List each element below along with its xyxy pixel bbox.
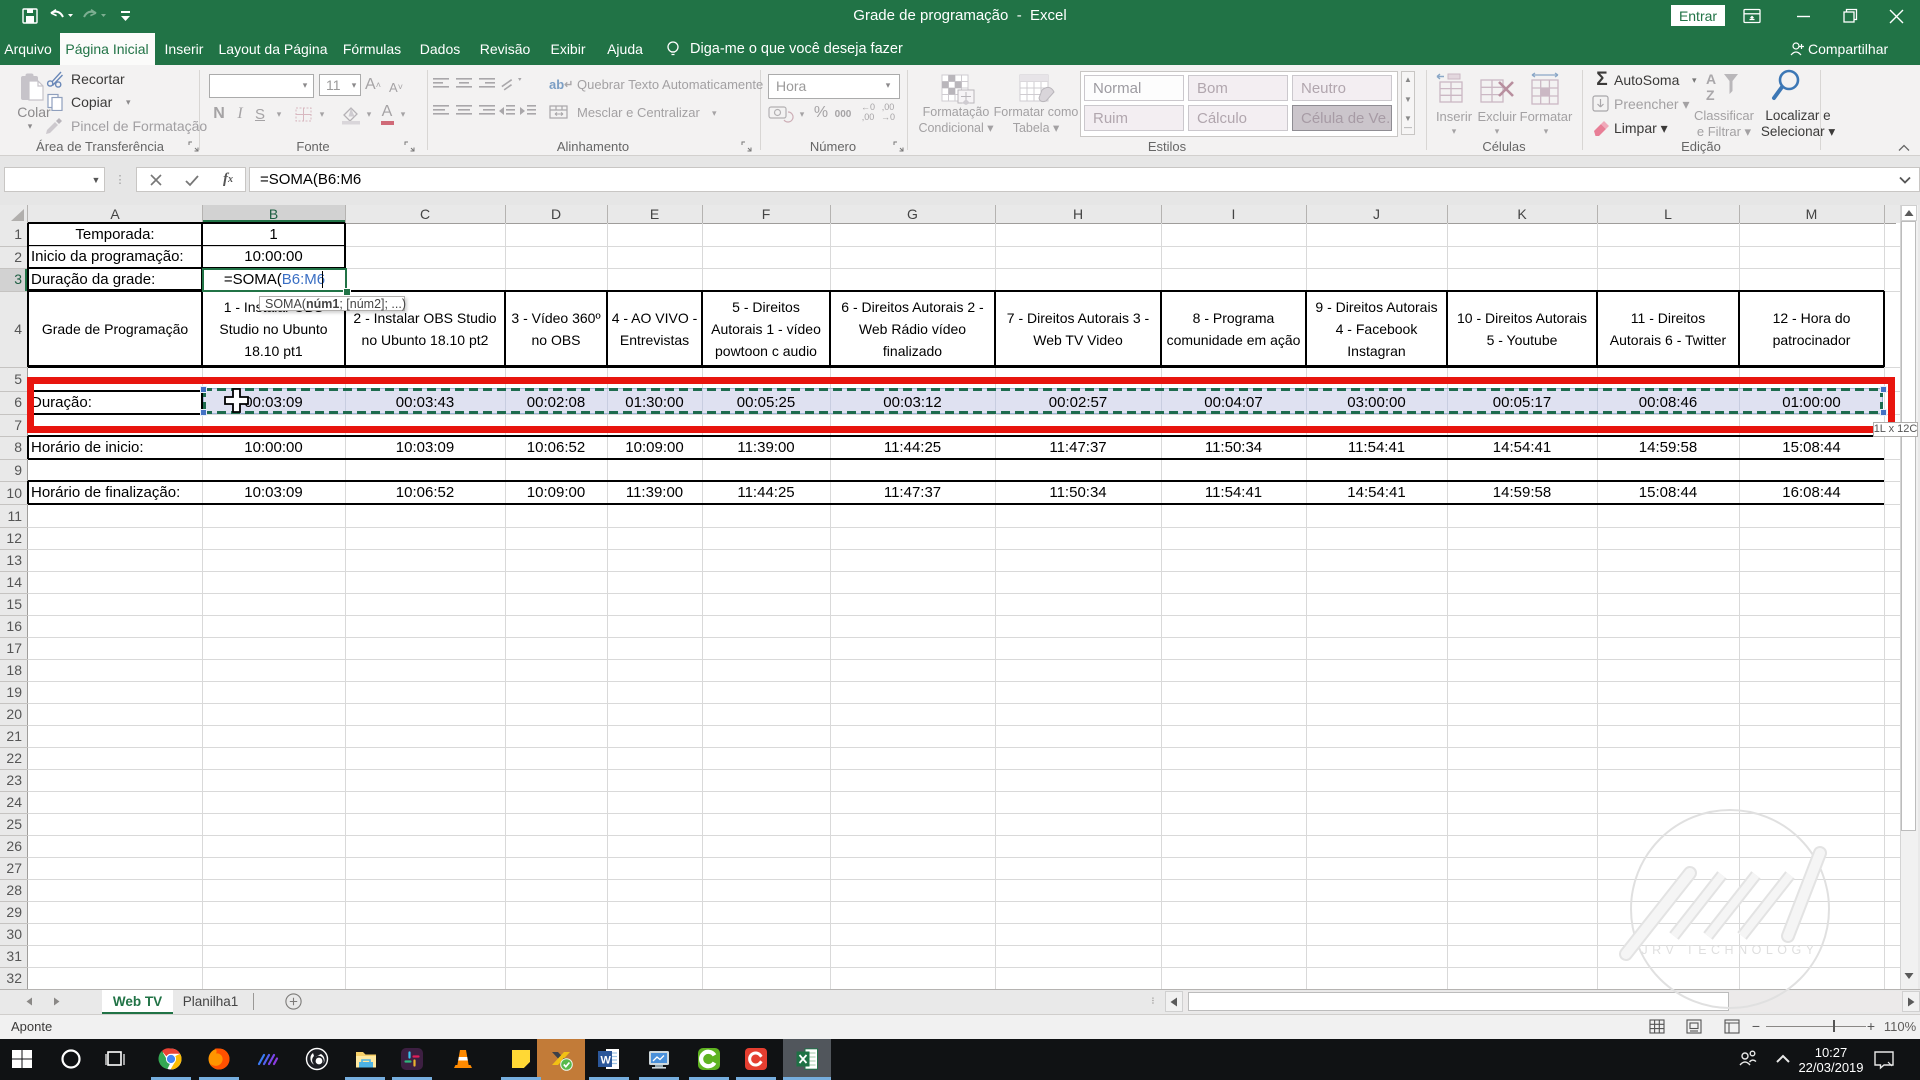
svg-text:A: A — [1706, 71, 1716, 87]
svg-text:W: W — [601, 1055, 612, 1067]
svg-text:Z: Z — [1706, 87, 1715, 103]
svg-text:JRV TECHNOLOGY: JRV TECHNOLOGY — [1641, 943, 1818, 957]
